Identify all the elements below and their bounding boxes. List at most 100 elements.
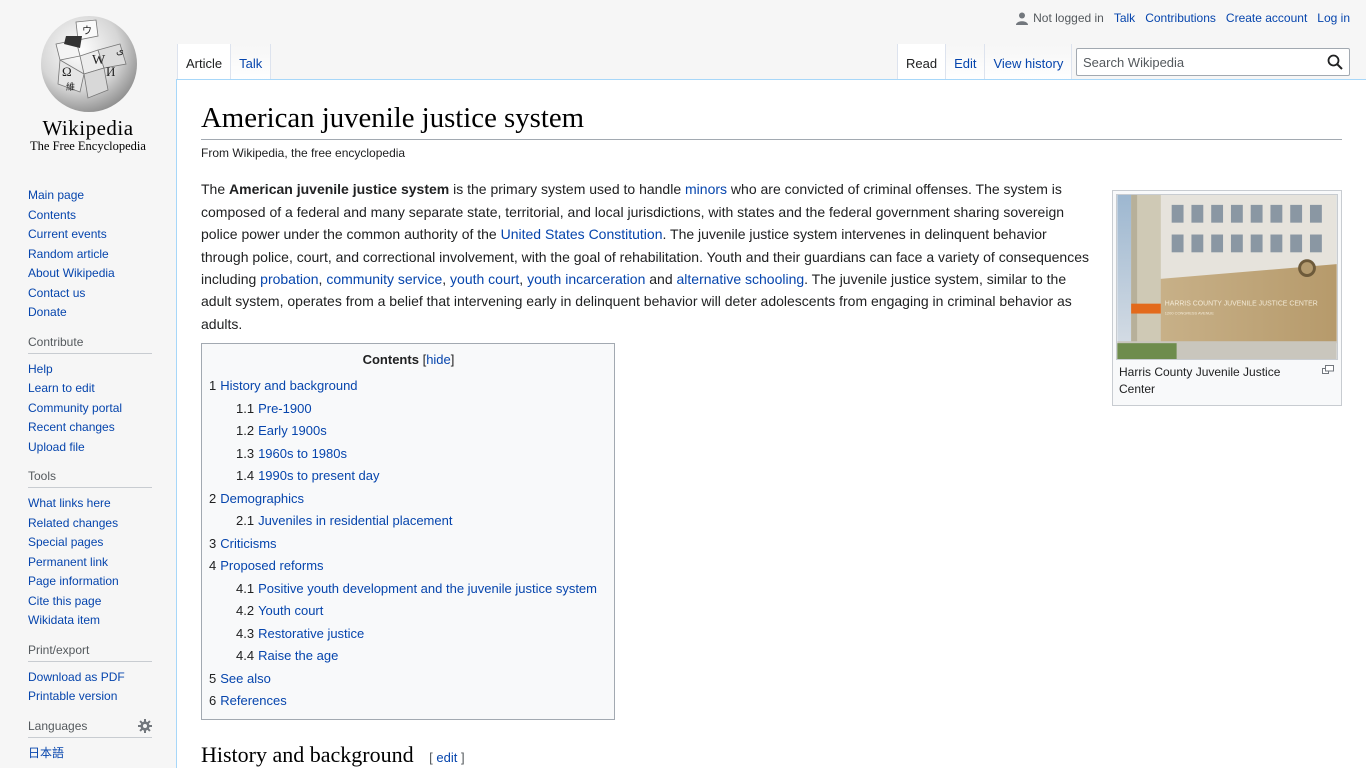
toc-text: Juveniles in residential placement	[258, 513, 453, 529]
toc-item[interactable]: 5 See also	[209, 668, 608, 691]
sidebar-item-community-portal[interactable]: Community portal	[28, 401, 122, 415]
sidebar-item-contents[interactable]: Contents	[28, 208, 76, 222]
toc-link[interactable]: 6 References	[209, 693, 287, 708]
sidebar-item-what-links-here[interactable]: What links here	[28, 496, 111, 510]
contributions-link[interactable]: Contributions	[1145, 11, 1216, 25]
link-us-constitution[interactable]: United States Constitution	[501, 226, 663, 242]
sidebar-item-cite-this-page[interactable]: Cite this page	[28, 594, 101, 608]
toc-link[interactable]: 3 Criticisms	[209, 536, 277, 551]
sidebar-item-download-pdf[interactable]: Download as PDF	[28, 670, 125, 684]
tab-article[interactable]: Article	[177, 44, 231, 80]
toc-link[interactable]: 4.2 Youth court	[236, 603, 323, 618]
page-title: American juvenile justice system	[201, 100, 1342, 141]
toc-link[interactable]: 4.4 Raise the age	[236, 648, 338, 663]
sidebar-item-donate[interactable]: Donate	[28, 305, 67, 319]
sidebar-item-random-article[interactable]: Random article	[28, 247, 109, 261]
toc-item[interactable]: 2 Demographics	[209, 488, 608, 511]
toc-item[interactable]: 4.4 Raise the age	[209, 645, 608, 668]
namespace-tabs: Article Talk	[177, 44, 272, 80]
toc-item[interactable]: 6 References	[209, 690, 608, 713]
toc-number: 4	[209, 558, 217, 574]
enlarge-icon[interactable]	[1322, 365, 1334, 374]
toc-link[interactable]: 5 See also	[209, 671, 271, 686]
svg-text:維: 維	[66, 81, 75, 92]
contribute-heading: Contribute	[28, 335, 152, 354]
toc-link[interactable]: 2.1 Juveniles in residential placement	[236, 513, 452, 528]
article-image[interactable]: HARRIS COUNTY JUVENILE JUSTICE CENTER 12…	[1116, 194, 1338, 360]
sidebar-item-current-events[interactable]: Current events	[28, 227, 107, 241]
sidebar-item-main-page[interactable]: Main page	[28, 188, 84, 202]
search-icon[interactable]	[1327, 54, 1343, 70]
tab-talk[interactable]: Talk	[230, 44, 272, 80]
link-youth-incarceration[interactable]: youth incarceration	[527, 271, 645, 287]
toc-hide-link[interactable]: hide	[426, 352, 451, 367]
toc-number: 2	[209, 490, 217, 506]
toc-item[interactable]: 4.3 Restorative justice	[209, 623, 608, 646]
link-community-service[interactable]: community service	[326, 271, 442, 287]
sidebar-item-help[interactable]: Help	[28, 362, 53, 376]
tab-read[interactable]: Read	[897, 44, 946, 80]
sidebar-item-about[interactable]: About Wikipedia	[28, 266, 115, 280]
caption-text: Harris County Juvenile Justice Center	[1119, 365, 1281, 396]
log-in-link[interactable]: Log in	[1317, 11, 1350, 25]
toc-item[interactable]: 4 Proposed reforms	[209, 555, 608, 578]
toc-item[interactable]: 2.1 Juveniles in residential placement	[209, 510, 608, 533]
tab-view-history[interactable]: View history	[984, 44, 1073, 80]
create-account-link[interactable]: Create account	[1226, 11, 1307, 25]
toc-link[interactable]: 1 History and background	[209, 378, 358, 393]
sidebar-item-lang-ja[interactable]: 日本語	[28, 746, 64, 760]
link-minors[interactable]: minors	[685, 181, 727, 197]
toc-item[interactable]: 4.2 Youth court	[209, 600, 608, 623]
toc-item[interactable]: 4.1 Positive youth development and the ju…	[209, 578, 608, 601]
toc-text: Youth court	[258, 603, 324, 619]
search-input[interactable]	[1077, 54, 1317, 70]
toc-text: 1990s to present day	[258, 468, 380, 484]
svg-text:ウ: ウ	[82, 25, 92, 37]
toc-header: Contents [hide]	[209, 352, 608, 367]
toc-item[interactable]: 1.3 1960s to 1980s	[209, 443, 608, 466]
sidebar-item-page-information[interactable]: Page information	[28, 574, 119, 588]
link-youth-court[interactable]: youth court	[450, 271, 519, 287]
toc-item[interactable]: 3 Criticisms	[209, 533, 608, 556]
toc-title: Contents	[362, 352, 419, 368]
toc-text: Pre-1900	[258, 400, 312, 416]
svg-text:Ω: Ω	[62, 64, 72, 79]
wikipedia-logo[interactable]: W Ω И ウ ی 維 Wikipedia The Free Encyclope…	[0, 0, 176, 160]
sidebar-item-recent-changes[interactable]: Recent changes	[28, 420, 115, 434]
toc-link[interactable]: 4.1 Positive youth development and the ju…	[236, 581, 597, 596]
tab-edit[interactable]: Edit	[945, 44, 985, 80]
link-alternative-schooling[interactable]: alternative schooling	[677, 271, 805, 287]
link-probation[interactable]: probation	[260, 271, 318, 287]
sidebar-item-special-pages[interactable]: Special pages	[28, 535, 103, 549]
sign-text-line1: HARRIS COUNTY JUVENILE JUSTICE CENTER	[1165, 301, 1318, 308]
gear-icon[interactable]	[138, 718, 152, 733]
toc-text: Early 1900s	[258, 423, 327, 439]
site-sub: From Wikipedia, the free encyclopedia	[201, 146, 406, 161]
sidebar-item-wikidata-item[interactable]: Wikidata item	[28, 613, 100, 627]
sidebar-item-printable-version[interactable]: Printable version	[28, 689, 117, 703]
personal-talk-link[interactable]: Talk	[1114, 11, 1135, 25]
sidebar-item-upload-file[interactable]: Upload file	[28, 440, 85, 454]
section-edit: [ edit ]	[429, 749, 465, 765]
section-heading: History and background [ edit ]	[201, 742, 1342, 768]
toc-number: 1.3	[236, 445, 255, 461]
sidebar-item-related-changes[interactable]: Related changes	[28, 516, 118, 530]
sidebar-item-permanent-link[interactable]: Permanent link	[28, 555, 108, 569]
toc-link[interactable]: 1.3 1960s to 1980s	[236, 446, 347, 461]
toc-item[interactable]: 1.1 Pre-1900	[209, 398, 608, 421]
toc-link[interactable]: 1.4 1990s to present day	[236, 468, 380, 483]
toc-link[interactable]: 4.3 Restorative justice	[236, 626, 364, 641]
toc-link[interactable]: 1.2 Early 1900s	[236, 423, 327, 438]
toc-item[interactable]: 1.2 Early 1900s	[209, 420, 608, 443]
tools-heading: Tools	[28, 469, 152, 488]
sidebar-item-learn-to-edit[interactable]: Learn to edit	[28, 381, 95, 395]
content-area: American juvenile justice system From Wi…	[176, 79, 1366, 768]
toc-number: 1.2	[236, 423, 255, 439]
toc-link[interactable]: 1.1 Pre-1900	[236, 401, 312, 416]
sidebar-item-contact[interactable]: Contact us	[28, 286, 85, 300]
toc-item[interactable]: 1.4 1990s to present day	[209, 465, 608, 488]
toc-link[interactable]: 4 Proposed reforms	[209, 558, 324, 573]
toc-item[interactable]: 1 History and background	[209, 375, 608, 398]
toc-link[interactable]: 2 Demographics	[209, 491, 304, 506]
section-edit-link[interactable]: edit	[436, 750, 457, 765]
